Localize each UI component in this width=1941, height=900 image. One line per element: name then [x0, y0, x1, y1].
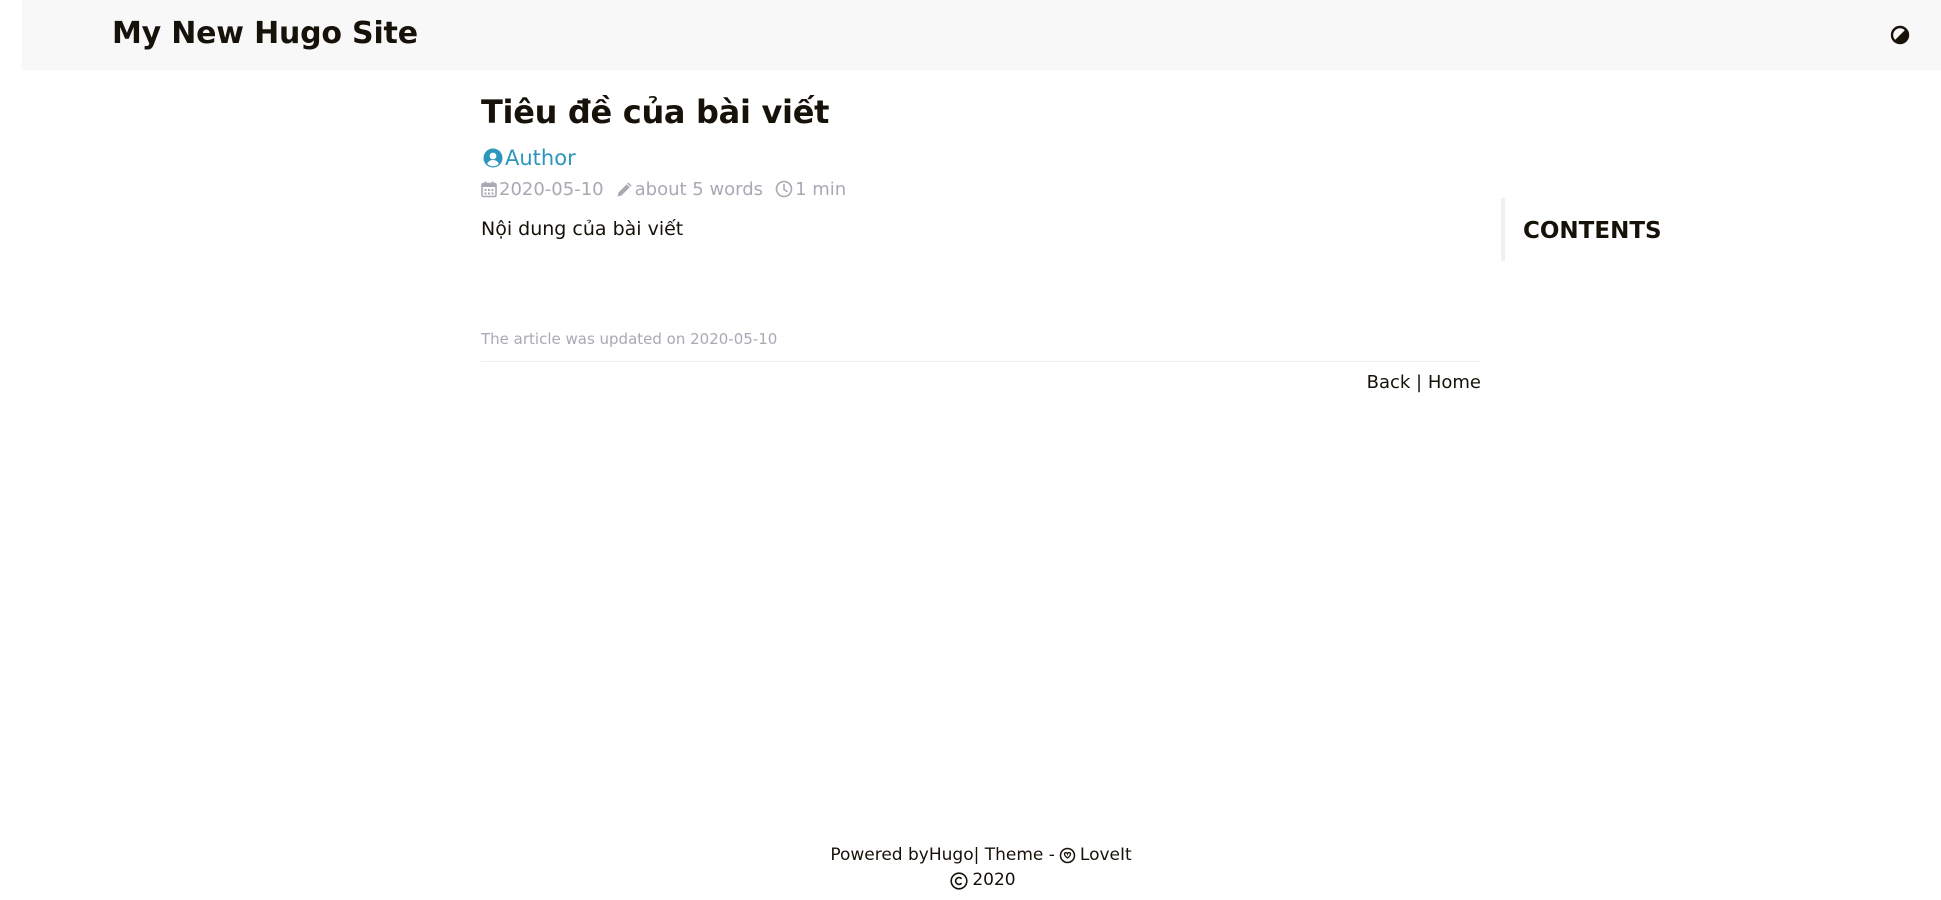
site-title-link[interactable]: My New Hugo Site	[112, 16, 418, 51]
hugo-link[interactable]: Hugo	[929, 843, 974, 868]
reading-time-text: 1 min	[795, 178, 847, 200]
nav-separator: |	[1410, 372, 1428, 393]
divider	[481, 361, 1481, 362]
post-meta: 2020-05-10 about 5 words 1 min	[481, 177, 1481, 201]
updated-note: The article was updated on 2020-05-10	[481, 330, 778, 348]
copyright-icon	[950, 871, 968, 890]
home-link[interactable]: Home	[1428, 372, 1481, 393]
loveit-theme-link[interactable]: LoveIt	[1080, 843, 1132, 868]
loveit-logo-icon	[1059, 847, 1076, 864]
word-count-text: about 5 words	[634, 178, 764, 200]
author-line: Author	[481, 144, 1481, 172]
post-date-text: 2020-05-10	[499, 178, 604, 200]
user-circle-icon	[483, 148, 503, 168]
article-title: Tiêu đề của bài viết	[481, 93, 830, 131]
author-name: Author	[505, 146, 576, 170]
copyright-year: 2020	[972, 870, 1016, 890]
theme-prefix-text: | Theme -	[973, 845, 1055, 865]
footer-powered-line: Powered by Hugo | Theme - LoveIt	[0, 843, 1941, 868]
author-link[interactable]: Author	[481, 146, 576, 170]
site-header: My New Hugo Site	[22, 0, 1941, 70]
article-content: Nội dung của bài viết	[481, 218, 684, 240]
article: Tiêu đề của bài viết Author 2020-05-10 a…	[481, 90, 1481, 393]
back-link[interactable]: Back	[1367, 372, 1411, 393]
calendar-icon	[481, 181, 497, 197]
post-reading-time: 1 min	[775, 179, 846, 200]
table-of-contents: CONTENTS	[1501, 198, 1675, 261]
theme-switch-icon[interactable]	[1890, 25, 1910, 45]
toc-title: CONTENTS	[1523, 218, 1662, 244]
site-footer: Powered by Hugo | Theme - LoveIt 2020	[0, 843, 1941, 893]
post-nav: Back | Home	[1367, 372, 1481, 393]
clock-icon	[775, 180, 793, 198]
powered-by-text: Powered by	[830, 845, 929, 865]
footer-copyright-line: 2020	[0, 868, 1941, 893]
post-word-count: about 5 words	[616, 179, 763, 200]
post-date: 2020-05-10	[481, 179, 604, 200]
pencil-icon	[617, 182, 632, 196]
